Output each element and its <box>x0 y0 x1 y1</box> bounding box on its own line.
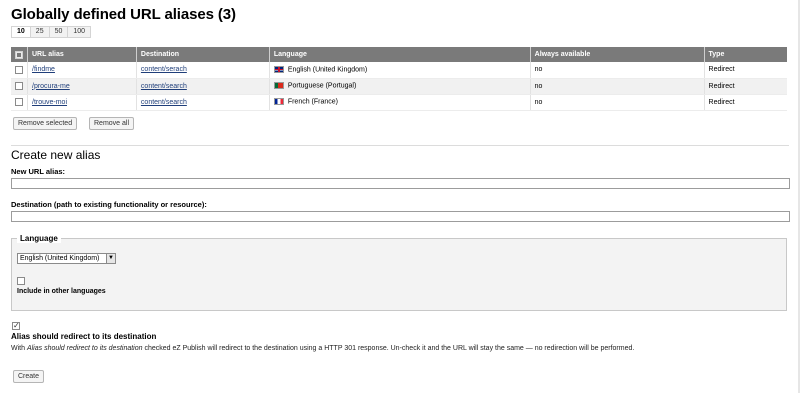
include-other-languages-label: Include in other languages <box>17 288 106 295</box>
create-button[interactable]: Create <box>13 370 45 383</box>
help-emphasis: Alias should redirect to its destination <box>26 345 143 352</box>
destination-link[interactable]: content/search <box>141 83 187 90</box>
pager-100[interactable]: 100 <box>68 27 90 37</box>
gb-flag-icon <box>273 66 284 74</box>
row-checkbox[interactable] <box>15 98 23 106</box>
language-label: French (France) <box>287 98 339 106</box>
table-row: /procura-me content/search Portuguese (P… <box>11 78 787 95</box>
redirect-label: Alias should redirect to its destination <box>11 332 157 341</box>
help-suffix: checked eZ Publish will redirect to the … <box>142 345 635 352</box>
destination-label: Destination (path to existing functional… <box>11 200 207 209</box>
always-available-cell: no <box>530 94 705 111</box>
fr-flag-icon <box>273 98 284 106</box>
redirect-help-text: With Alias should redirect to its destin… <box>11 345 634 352</box>
type-cell: Redirect <box>704 78 787 95</box>
column-header-language: Language <box>269 47 531 62</box>
pt-flag-icon <box>273 82 284 90</box>
table-header-row: URL alias Destination Language Always av… <box>11 47 787 62</box>
pager-50[interactable]: 50 <box>50 27 69 37</box>
language-cell: French (France) <box>269 94 531 111</box>
column-header-url-alias: URL alias <box>27 47 137 62</box>
row-checkbox[interactable] <box>15 65 23 74</box>
alias-link[interactable]: /trouve-moi <box>32 99 67 106</box>
always-available-cell: no <box>530 78 705 95</box>
table-row: /trouve-moi content/search French (Franc… <box>11 94 787 111</box>
alias-link[interactable]: /findme <box>32 66 55 73</box>
alias-link[interactable]: /procura-me <box>32 83 70 90</box>
section-divider <box>11 145 789 146</box>
column-header-always-available: Always available <box>530 47 705 62</box>
redirect-checkbox[interactable] <box>12 321 20 331</box>
destination-input[interactable] <box>11 211 790 222</box>
pager-25[interactable]: 25 <box>31 27 50 37</box>
type-cell: Redirect <box>704 62 787 79</box>
language-select-value: English (United Kingdom) <box>20 255 100 262</box>
language-legend: Language <box>17 234 61 243</box>
destination-link[interactable]: content/search <box>141 99 187 106</box>
aliases-table: URL alias Destination Language Always av… <box>11 47 787 111</box>
language-select[interactable]: English (United Kingdom) ▼ <box>17 253 116 264</box>
include-other-languages-checkbox[interactable] <box>17 277 25 285</box>
language-cell: English (United Kingdom) <box>269 62 531 79</box>
chevron-down-icon[interactable]: ▼ <box>106 254 115 263</box>
table-row: /findme content/serach English (United K… <box>11 62 787 79</box>
toggle-selection-icon[interactable] <box>15 50 23 59</box>
help-prefix: With <box>11 345 27 352</box>
new-alias-input[interactable] <box>11 178 790 189</box>
remove-selected-button[interactable]: Remove selected <box>13 117 78 130</box>
toggle-all-header[interactable] <box>11 47 28 62</box>
page-title: Globally defined URL aliases (3) <box>11 6 236 23</box>
language-label: English (United Kingdom) <box>287 66 368 74</box>
new-alias-label: New URL alias: <box>11 167 66 176</box>
pager-10[interactable]: 10 <box>12 27 31 37</box>
destination-link[interactable]: content/serach <box>141 66 187 73</box>
column-header-destination: Destination <box>136 47 270 62</box>
type-cell: Redirect <box>704 94 787 111</box>
always-available-cell: no <box>530 62 705 79</box>
row-checkbox[interactable] <box>15 82 23 90</box>
language-fieldset <box>11 238 787 311</box>
items-per-page-selector: 10 25 50 100 <box>11 26 92 38</box>
remove-all-button[interactable]: Remove all <box>89 117 135 130</box>
language-cell: Portuguese (Portugal) <box>269 78 531 95</box>
create-section-title: Create new alias <box>11 148 101 162</box>
language-label: Portuguese (Portugal) <box>287 82 357 90</box>
column-header-type: Type <box>704 47 787 62</box>
